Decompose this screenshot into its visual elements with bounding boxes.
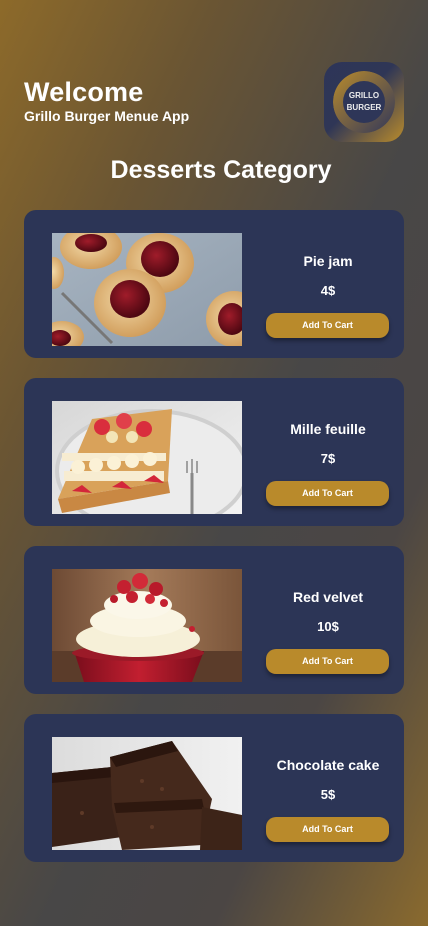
dessert-card-mille-feuille: Mille feuille 7$ Add To Cart	[24, 378, 404, 526]
dessert-card-red-velvet: Red velvet 10$ Add To Cart	[24, 546, 404, 694]
dessert-card-chocolate-cake: Chocolate cake 5$ Add To Cart	[24, 714, 404, 862]
add-to-cart-button[interactable]: Add To Cart	[266, 649, 389, 674]
item-name: Mille feuille	[290, 421, 366, 437]
welcome-header: Welcome Grillo Burger Menue App	[24, 76, 189, 124]
add-to-cart-button[interactable]: Add To Cart	[266, 313, 389, 338]
pie-jam-image	[52, 233, 242, 346]
chocolate-cake-image	[52, 737, 242, 850]
red-velvet-image	[52, 569, 242, 682]
welcome-title: Welcome	[24, 77, 144, 107]
mille-feuille-image	[52, 401, 242, 514]
add-to-cart-button[interactable]: Add To Cart	[266, 817, 389, 842]
item-name: Red velvet	[292, 589, 364, 605]
app-subtitle: Grillo Burger Menue App	[24, 108, 190, 124]
item-price: 4$	[320, 283, 336, 298]
item-price: 10$	[317, 619, 339, 634]
logo-text: GRILLO BURGER	[324, 90, 404, 114]
item-name: Pie jam	[303, 253, 353, 269]
logo-line-1: GRILLO	[348, 91, 380, 100]
item-price: 5$	[320, 787, 336, 802]
category-title: Desserts Category	[110, 156, 332, 184]
item-price: 7$	[320, 451, 336, 466]
item-name: Chocolate cake	[276, 757, 380, 773]
add-to-cart-button[interactable]: Add To Cart	[266, 481, 389, 506]
grillo-burger-logo: GRILLO BURGER	[324, 62, 404, 142]
dessert-card-pie-jam: Pie jam 4$ Add To Cart	[24, 210, 404, 358]
logo-line-2: BURGER	[346, 103, 382, 112]
